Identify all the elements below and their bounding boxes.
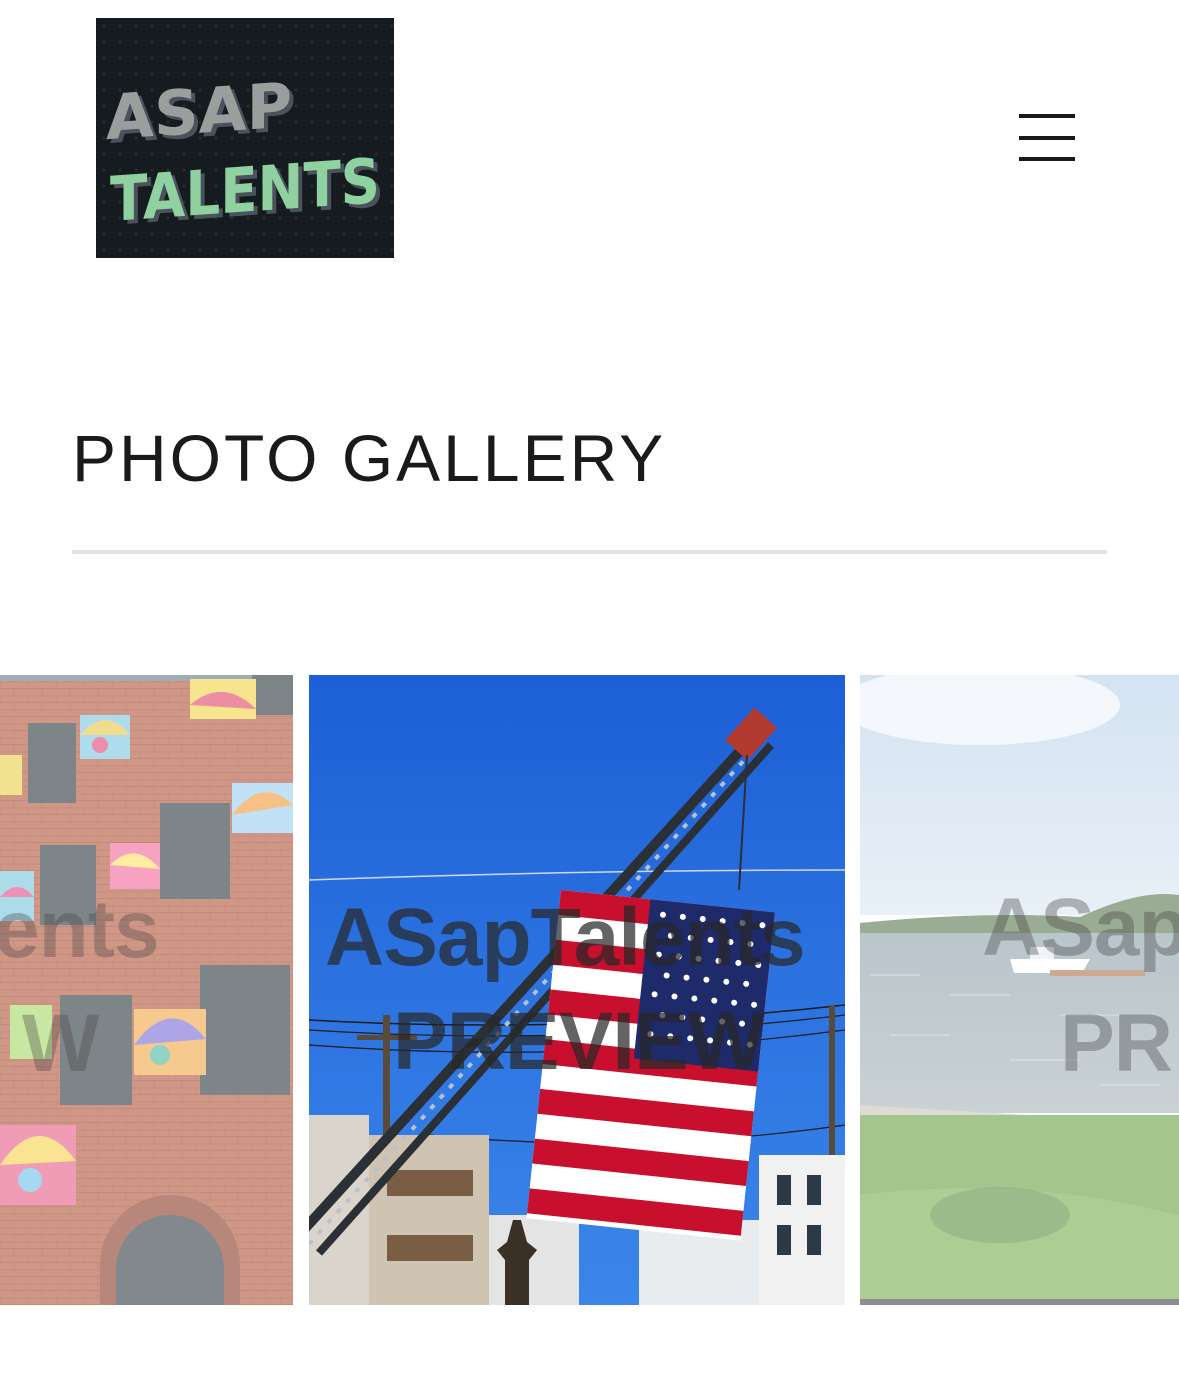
slide-fade-overlay xyxy=(860,675,1179,1305)
menu-bar-top xyxy=(1019,114,1075,118)
title-divider xyxy=(72,550,1107,554)
slide-fade-overlay xyxy=(0,675,293,1305)
site-logo[interactable]: ASAP ASAP TALENTS TALENTS xyxy=(96,18,394,258)
gallery-slide-active[interactable]: ASapTalents PREVIEW xyxy=(309,675,845,1305)
page-title: PHOTO GALLERY xyxy=(72,421,667,495)
menu-bar-bottom xyxy=(1019,157,1075,161)
ladder-flag-photo xyxy=(309,675,845,1305)
menu-bar-middle xyxy=(1019,136,1075,140)
hamburger-menu-icon[interactable] xyxy=(1010,108,1086,168)
logo-wordmark: ASAP ASAP TALENTS TALENTS xyxy=(106,68,384,239)
gallery-slide-prev[interactable]: ents W xyxy=(0,675,293,1305)
gallery-slide-next[interactable]: ASap PR xyxy=(860,675,1179,1305)
logo-line1: ASAP xyxy=(106,68,292,154)
